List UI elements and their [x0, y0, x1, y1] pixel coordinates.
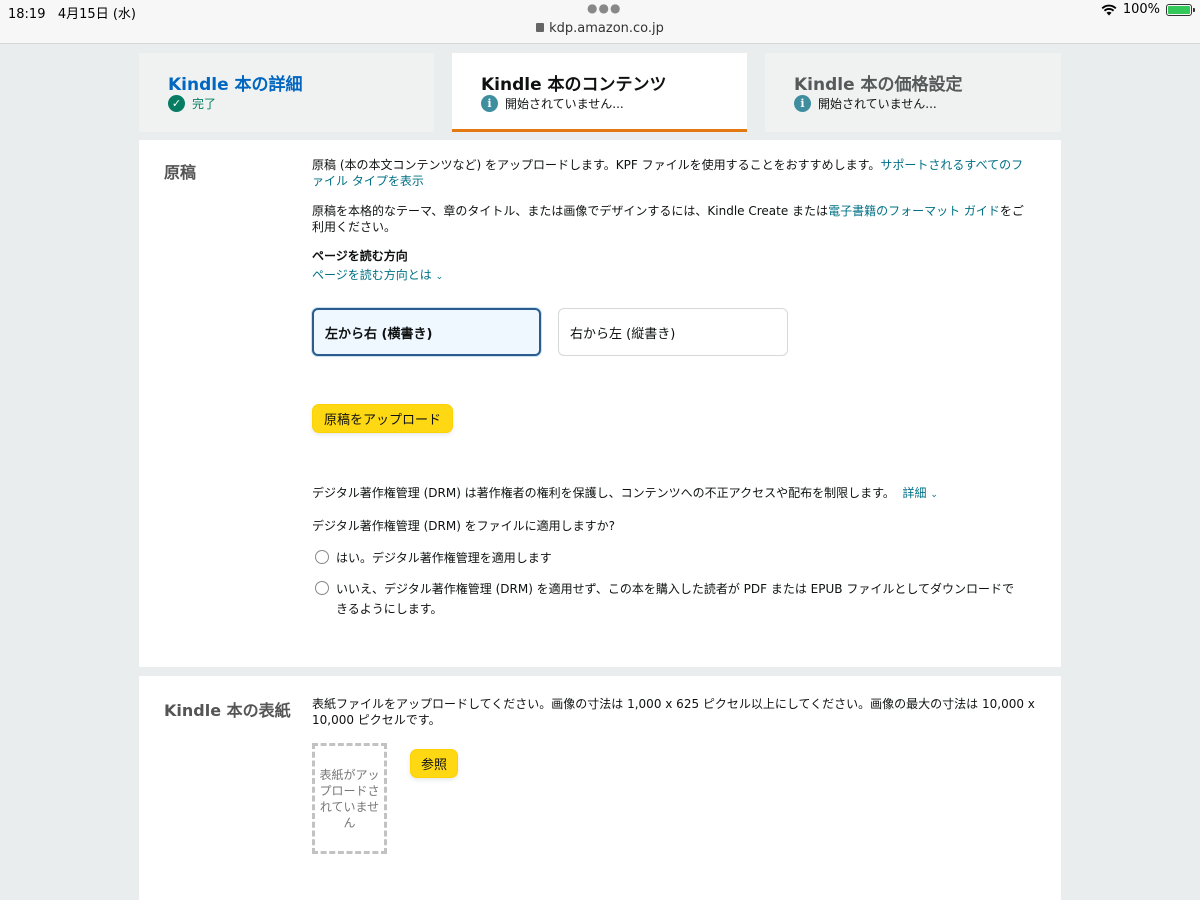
- cover-section: Kindle 本の表紙 表紙ファイルをアップロードしてください。画像の寸法は 1…: [139, 676, 1061, 900]
- tab-status: i 開始されていません...: [481, 95, 624, 112]
- tab-status-text: 開始されていません...: [818, 97, 937, 111]
- url-text: kdp.amazon.co.jp: [549, 21, 664, 36]
- tab-status-text: 開始されていません...: [505, 97, 624, 111]
- chevron-down-icon: ⌄: [930, 490, 938, 500]
- drm-no-label[interactable]: いいえ、デジタル著作権管理 (DRM) を適用せず、この本を購入した読者が PD…: [336, 581, 1036, 617]
- cover-instructions-line-2: 10,000 ピクセルです。: [312, 713, 441, 727]
- manuscript-intro: 原稿 (本の本文コンテンツなど) をアップロードします。KPF ファイルを使用す…: [312, 157, 1032, 189]
- formatting-guide-link[interactable]: 電子書籍のフォーマット ガイド: [828, 204, 1000, 218]
- drm-yes-radio[interactable]: [315, 550, 329, 564]
- tab-title: Kindle 本の価格設定: [794, 75, 963, 95]
- drm-description: デジタル著作権管理 (DRM) は著作権者の権利を保護し、コンテンツへの不正アク…: [312, 485, 1032, 503]
- status-time: 18:19 4月15日 (水): [8, 7, 136, 22]
- browse-cover-button[interactable]: 参照: [410, 749, 458, 778]
- check-circle-icon: ✓: [168, 95, 185, 112]
- section-title-manuscript: 原稿: [164, 163, 197, 182]
- battery-icon: [1166, 3, 1195, 16]
- help-link-text: ページを読む方向とは: [312, 268, 432, 282]
- multitask-dots-icon[interactable]: ●●●: [587, 1, 621, 15]
- tab-kindle-details[interactable]: Kindle 本の詳細 ✓ 完了: [139, 53, 434, 132]
- chevron-down-icon: ⌄: [435, 272, 444, 282]
- manuscript-section: 原稿 原稿 (本の本文コンテンツなど) をアップロードします。KPF ファイルを…: [139, 140, 1061, 667]
- drm-no-line-1: いいえ、デジタル著作権管理 (DRM) を適用せず、この本を購入した読者が PD…: [336, 582, 1014, 596]
- tab-title: Kindle 本のコンテンツ: [481, 75, 667, 95]
- upload-manuscript-button[interactable]: 原稿をアップロード: [312, 404, 453, 433]
- tab-status: ✓ 完了: [168, 95, 216, 112]
- direction-left-to-right-button[interactable]: 左から右 (横書き): [312, 308, 541, 356]
- design-guidance: 原稿を本格的なテーマ、章のタイトル、または画像でデザインするには、Kindle …: [312, 203, 1032, 235]
- reading-direction-help-link[interactable]: ページを読む方向とは ⌄: [312, 267, 443, 285]
- tab-title: Kindle 本の詳細: [168, 75, 303, 95]
- direction-right-to-left-button[interactable]: 右から左 (縦書き): [558, 308, 788, 356]
- ios-status-bar: 18:19 4月15日 (水) ●●● kdp.amazon.co.jp 100…: [0, 0, 1200, 44]
- status-indicators: 100%: [1101, 2, 1195, 17]
- section-title-cover: Kindle 本の表紙: [164, 701, 291, 720]
- lock-icon: [536, 23, 545, 32]
- tab-kindle-pricing[interactable]: Kindle 本の価格設定 i 開始されていません...: [765, 53, 1061, 132]
- tab-kindle-content[interactable]: Kindle 本のコンテンツ i 開始されていません...: [452, 53, 747, 132]
- drm-details-link[interactable]: 詳細 ⌄: [903, 486, 938, 500]
- cover-instructions: 表紙ファイルをアップロードしてください。画像の寸法は 1,000 x 625 ピ…: [312, 696, 1042, 728]
- intro-text: 原稿 (本の本文コンテンツなど) をアップロードします。KPF ファイルを使用す…: [312, 158, 881, 172]
- info-icon: i: [794, 95, 811, 112]
- cover-placeholder: 表紙がアップロードされていません: [312, 743, 387, 854]
- cover-instructions-line-1: 表紙ファイルをアップロードしてください。画像の寸法は 1,000 x 625 ピ…: [312, 697, 1035, 711]
- info-icon: i: [481, 95, 498, 112]
- wifi-icon: [1101, 4, 1117, 15]
- tab-status: i 開始されていません...: [794, 95, 937, 112]
- address-bar[interactable]: kdp.amazon.co.jp: [0, 21, 1200, 36]
- tab-status-text: 完了: [192, 97, 217, 111]
- drm-yes-label[interactable]: はい。デジタル著作権管理を適用します: [336, 550, 552, 566]
- battery-percent: 100%: [1122, 2, 1160, 17]
- drm-no-radio[interactable]: [315, 581, 329, 595]
- design-text: 原稿を本格的なテーマ、章のタイトル、または画像でデザインするには、Kindle …: [312, 204, 829, 218]
- details-link-text: 詳細: [902, 486, 927, 500]
- drm-question: デジタル著作権管理 (DRM) をファイルに適用しますか?: [312, 519, 616, 533]
- reading-direction-label: ページを読む方向: [312, 249, 408, 263]
- drm-no-line-2: きるようにします。: [336, 602, 443, 616]
- drm-description-text: デジタル著作権管理 (DRM) は著作権者の権利を保護し、コンテンツへの不正アク…: [312, 486, 895, 500]
